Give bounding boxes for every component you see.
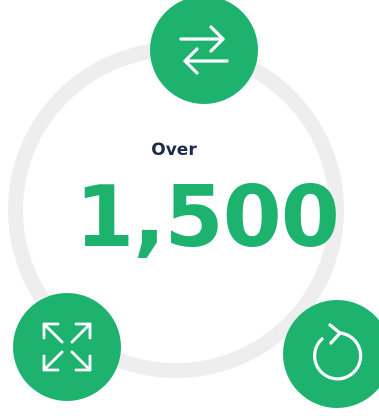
stat-value: 1,500	[75, 168, 340, 267]
refresh-icon	[313, 323, 363, 381]
expand-badge	[13, 293, 121, 401]
swap-arrows-icon	[179, 25, 229, 75]
stat-prefix: Over	[151, 140, 197, 160]
swap-badge	[150, 0, 258, 104]
expand-arrows-icon	[42, 322, 92, 372]
refresh-badge	[283, 300, 379, 408]
